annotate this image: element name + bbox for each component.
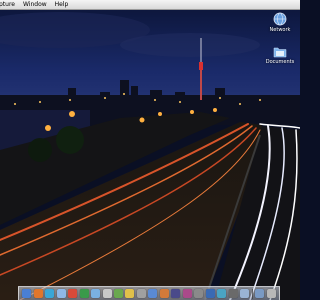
desktop-icon-network[interactable]: Network [262, 12, 298, 33]
documents-folder-icon [273, 47, 287, 58]
app-icon[interactable] [102, 289, 112, 298]
network-globe-icon [273, 12, 287, 26]
menu-bar: pture Window Help [0, 0, 300, 10]
desktop-wallpaper [0, 0, 300, 300]
menu-capture[interactable]: pture [0, 0, 19, 9]
dock [18, 286, 280, 300]
app-icon[interactable] [159, 289, 169, 298]
desktop-icon-documents[interactable]: Documents [262, 46, 298, 65]
app-icon[interactable] [91, 289, 101, 298]
app-icon[interactable] [136, 289, 146, 298]
app-icon[interactable] [171, 289, 181, 298]
app-icon[interactable] [240, 289, 250, 298]
app-icon[interactable] [45, 289, 55, 298]
app-icon[interactable] [148, 289, 158, 298]
app-icon[interactable] [205, 289, 215, 298]
desktop-icon-label: Network [269, 27, 291, 33]
firefox-icon[interactable] [33, 289, 43, 298]
itunes-icon[interactable] [56, 289, 66, 298]
app-icon[interactable] [217, 289, 227, 298]
menu-window[interactable]: Window [19, 0, 51, 9]
menu-help[interactable]: Help [51, 0, 73, 9]
app-icon[interactable] [182, 289, 192, 298]
app-icon[interactable] [113, 289, 123, 298]
desktop-icon-label: Documents [265, 59, 295, 65]
app-icon[interactable] [68, 289, 78, 298]
dock-separator [251, 288, 253, 299]
trash-icon[interactable] [266, 289, 276, 298]
app-icon[interactable] [194, 289, 204, 298]
app-icon[interactable] [228, 289, 238, 298]
app-icon[interactable] [79, 289, 89, 298]
finder-icon[interactable] [22, 289, 32, 298]
downloads-icon[interactable] [255, 289, 265, 298]
app-icon[interactable] [125, 289, 135, 298]
